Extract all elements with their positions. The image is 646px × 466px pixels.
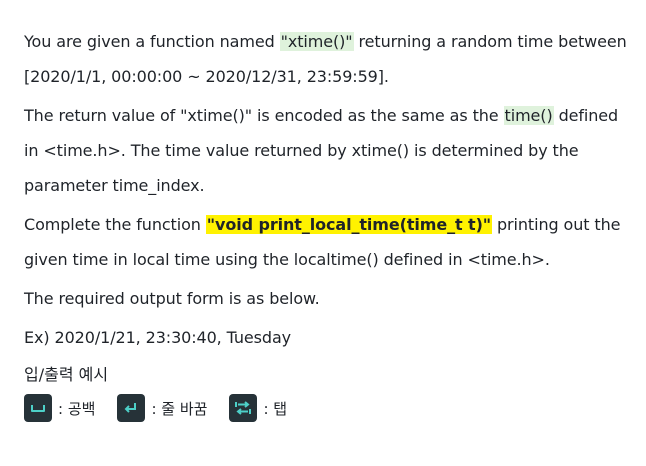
highlighted-function-signature: "void print_local_time(time_t t)"	[205, 215, 493, 234]
legend-label-newline: : 줄 바꿈	[151, 399, 208, 418]
space-key-icon	[24, 394, 52, 422]
paragraph-task: Complete the function "void print_local_…	[24, 207, 634, 277]
highlighted-function-name: "xtime()"	[279, 32, 354, 51]
newline-key-icon	[117, 394, 146, 422]
tab-key-icon	[229, 394, 258, 422]
text: Complete the function	[24, 215, 206, 234]
legend-label-space: : 공백	[58, 399, 96, 418]
legend-label-tab: : 탭	[263, 399, 288, 418]
io-legend: : 공백 : 줄 바꿈 : 탭	[24, 393, 634, 423]
paragraph-output-form: The required output form is as below.	[24, 289, 320, 308]
paragraph-example: Ex) 2020/1/21, 23:30:40, Tuesday	[24, 328, 292, 347]
text: You are given a function named	[24, 32, 280, 51]
highlighted-time-function: time()	[503, 106, 554, 125]
legend-item-tab: : 탭	[229, 394, 287, 422]
legend-item-newline: : 줄 바꿈	[117, 394, 207, 422]
text: The return value of "xtime()" is encoded…	[24, 106, 504, 125]
paragraph-encoding: The return value of "xtime()" is encoded…	[24, 98, 634, 203]
problem-description: You are given a function named "xtime()"…	[0, 0, 634, 423]
paragraph-intro: You are given a function named "xtime()"…	[24, 24, 634, 94]
io-example-title: 입/출력 예시	[24, 365, 109, 384]
legend-item-space: : 공백	[24, 394, 95, 422]
